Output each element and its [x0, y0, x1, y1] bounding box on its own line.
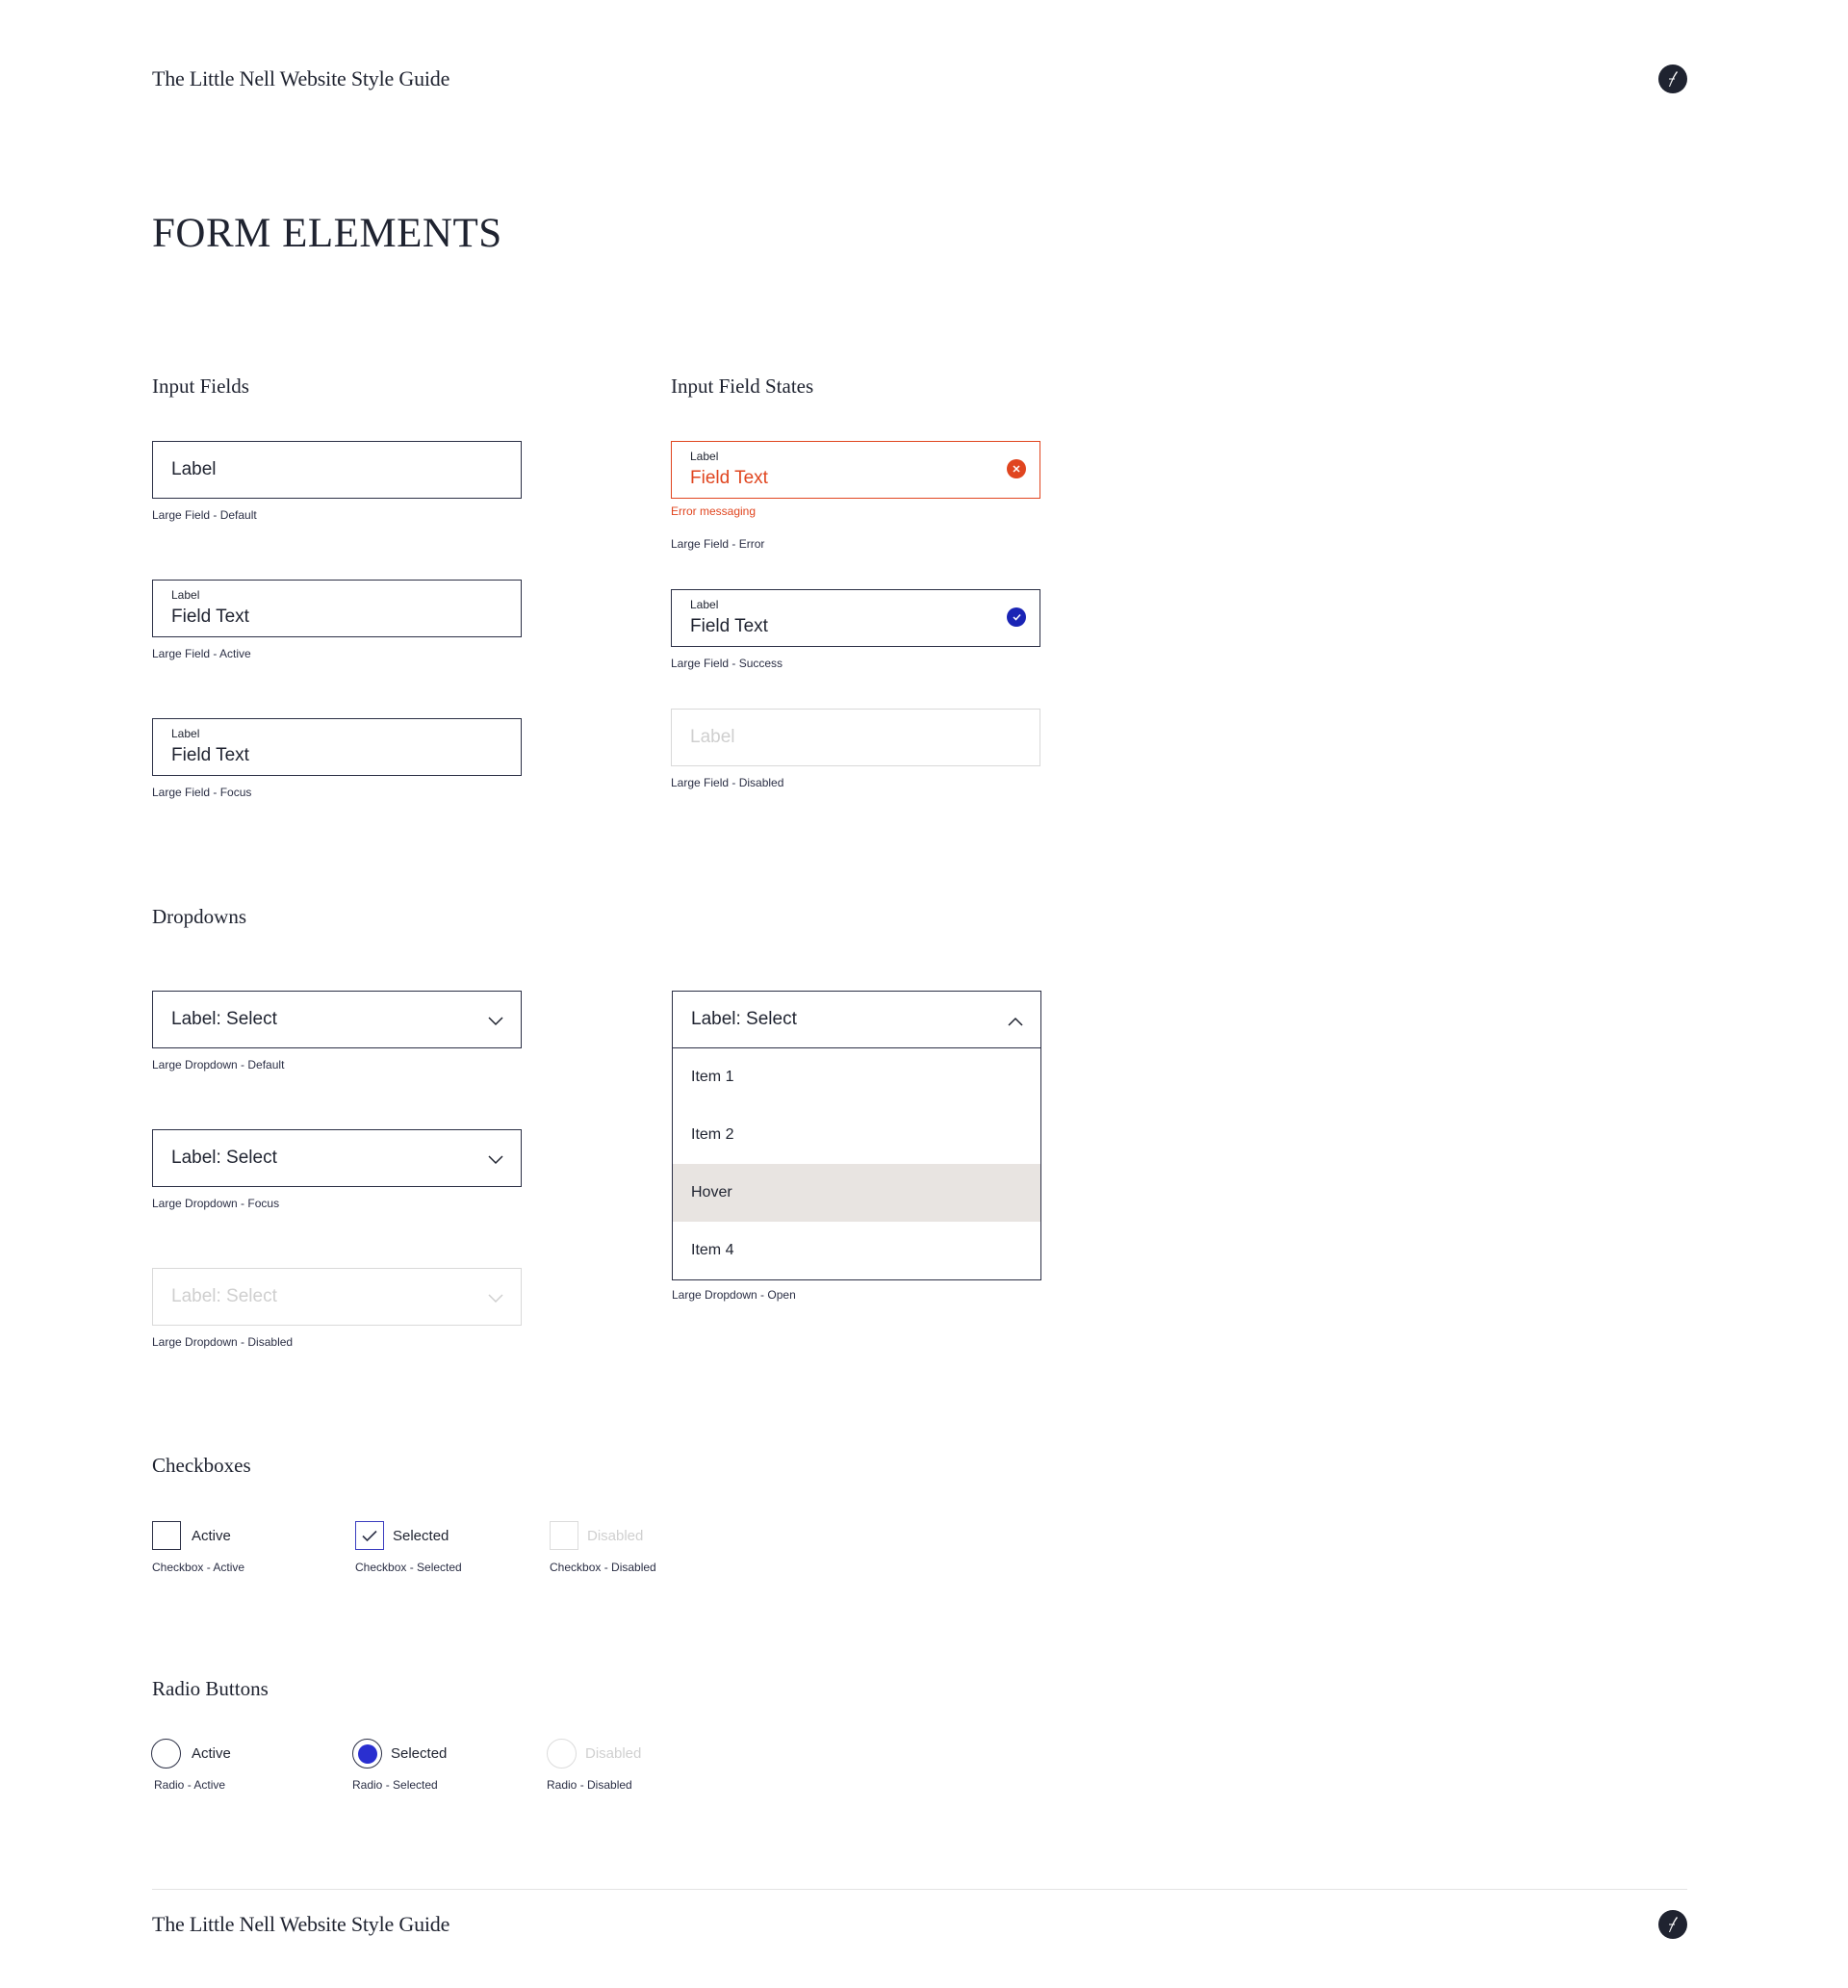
radio-label[interactable]: Active	[192, 1745, 231, 1762]
field-label: Label	[690, 450, 719, 463]
checkbox-selected[interactable]	[355, 1521, 384, 1550]
caption-dropdown-disabled: Large Dropdown - Disabled	[152, 1335, 294, 1349]
section-title-input-states: Input Field States	[671, 374, 814, 398]
chevron-up-icon	[1008, 1014, 1023, 1031]
footer-divider	[152, 1889, 1687, 1890]
field-label: Label	[171, 588, 200, 602]
quill-logo-icon[interactable]	[1658, 65, 1687, 93]
field-value: Field Text	[690, 468, 768, 488]
dropdown-focus[interactable]: Label: Select	[152, 1129, 522, 1187]
dropdown-item[interactable]: Item 2	[673, 1106, 1040, 1164]
input-field-default[interactable]: Label	[152, 441, 522, 499]
field-label: Label	[690, 598, 719, 611]
input-field-error[interactable]: Label Field Text	[671, 441, 1040, 499]
radio-dot	[357, 1743, 377, 1764]
caption-dropdown-open: Large Dropdown - Open	[672, 1288, 796, 1302]
input-field-active[interactable]: Label Field Text	[152, 580, 522, 637]
field-label: Label	[690, 727, 735, 747]
checkbox-disabled	[550, 1521, 578, 1550]
caption-radio-disabled: Radio - Disabled	[547, 1778, 632, 1792]
dropdown-item[interactable]: Item 4	[673, 1222, 1040, 1279]
dropdown-disabled: Label: Select	[152, 1268, 522, 1326]
dropdown-label: Label: Select	[171, 1148, 277, 1168]
checkbox-label[interactable]: Active	[192, 1528, 231, 1544]
radio-label[interactable]: Selected	[391, 1745, 447, 1762]
input-field-success[interactable]: Label Field Text	[671, 589, 1040, 647]
chevron-down-icon	[488, 1291, 503, 1308]
checkbox-label: Disabled	[587, 1528, 644, 1544]
field-label: Label	[171, 459, 217, 479]
caption-checkbox-selected: Checkbox - Selected	[355, 1561, 462, 1574]
chevron-down-icon	[488, 1152, 503, 1170]
caption-checkbox-disabled: Checkbox - Disabled	[550, 1561, 656, 1574]
caption-field-default: Large Field - Default	[152, 508, 257, 522]
section-title-checkboxes: Checkboxes	[152, 1454, 251, 1477]
dropdown-label: Label: Select	[171, 1286, 277, 1306]
dropdown-item-hover[interactable]: Hover	[673, 1164, 1040, 1222]
caption-field-active: Large Field - Active	[152, 647, 251, 660]
caption-field-error: Large Field - Error	[671, 537, 765, 551]
dropdown-label: Label: Select	[691, 1009, 797, 1029]
radio-label: Disabled	[585, 1745, 642, 1762]
section-title-radio-buttons: Radio Buttons	[152, 1677, 269, 1700]
radio-selected[interactable]	[352, 1739, 382, 1769]
field-value: Field Text	[171, 607, 249, 627]
input-field-focus[interactable]: Label Field Text	[152, 718, 522, 776]
field-value: Field Text	[690, 616, 768, 636]
success-check-icon	[1007, 607, 1026, 627]
dropdown-item[interactable]: Item 1	[673, 1048, 1040, 1106]
dropdown-label: Label: Select	[171, 1009, 277, 1029]
caption-dropdown-default: Large Dropdown - Default	[152, 1058, 285, 1071]
caption-field-disabled: Large Field - Disabled	[671, 776, 784, 789]
footer-site-title[interactable]: The Little Nell Website Style Guide	[152, 1912, 449, 1937]
dropdown-open[interactable]: Label: Select Item 1 Item 2 Hover Item 4	[672, 991, 1041, 1280]
caption-checkbox-active: Checkbox - Active	[152, 1561, 245, 1574]
caption-field-focus: Large Field - Focus	[152, 786, 252, 799]
caption-radio-active: Radio - Active	[154, 1778, 226, 1792]
quill-logo-icon[interactable]	[1658, 1910, 1687, 1939]
chevron-down-icon	[488, 1014, 503, 1031]
field-label: Label	[171, 727, 200, 740]
caption-dropdown-focus: Large Dropdown - Focus	[152, 1197, 280, 1210]
field-value: Field Text	[171, 745, 249, 765]
caption-radio-selected: Radio - Selected	[352, 1778, 438, 1792]
checkbox-label[interactable]: Selected	[393, 1528, 449, 1544]
radio-active[interactable]	[151, 1739, 181, 1769]
site-title[interactable]: The Little Nell Website Style Guide	[152, 66, 449, 91]
dropdown-open-header[interactable]: Label: Select	[673, 992, 1040, 1048]
caption-field-success: Large Field - Success	[671, 657, 783, 670]
error-x-icon	[1007, 459, 1026, 478]
section-title-input-fields: Input Fields	[152, 374, 249, 398]
checkbox-active[interactable]	[152, 1521, 181, 1550]
radio-disabled	[547, 1739, 577, 1769]
input-field-disabled: Label	[671, 709, 1040, 766]
error-message: Error messaging	[671, 504, 757, 518]
checkmark-icon	[362, 1530, 377, 1541]
dropdown-default[interactable]: Label: Select	[152, 991, 522, 1048]
page-title: FORM ELEMENTS	[152, 211, 502, 256]
section-title-dropdowns: Dropdowns	[152, 905, 246, 928]
